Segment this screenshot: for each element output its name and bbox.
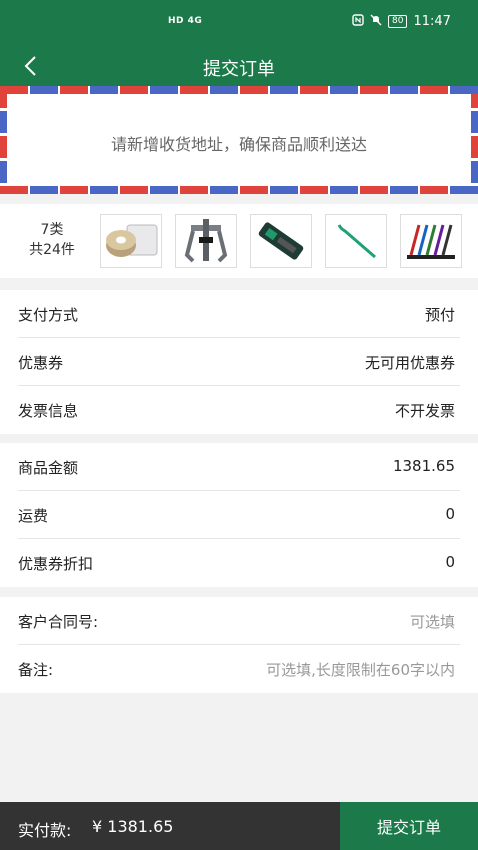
- shipping-value: 0: [445, 505, 455, 523]
- packing-tape-icon: [106, 224, 158, 257]
- pry-bar-icon: [337, 224, 376, 259]
- coupon-discount-row: 优惠券折扣 0: [18, 539, 460, 587]
- shipping-row: 运费 0: [18, 491, 460, 539]
- coupon-discount-value: 0: [445, 553, 455, 571]
- coupon-label: 优惠券: [18, 354, 64, 372]
- goods-thumb-1[interactable]: [100, 214, 162, 268]
- goods-amount-label: 商品金额: [18, 459, 79, 477]
- page-title: 提交订单: [203, 59, 275, 80]
- payment-method-row[interactable]: 支付方式 预付: [18, 290, 460, 338]
- goods-thumb-3[interactable]: [250, 214, 312, 268]
- invoice-row[interactable]: 发票信息 不开发票: [18, 386, 460, 434]
- submit-order-button[interactable]: 提交订单: [340, 802, 478, 850]
- nav-bar: 提交订单: [0, 46, 478, 86]
- coupon-value: 无可用优惠券: [364, 354, 455, 372]
- invoice-value: 不开发票: [394, 402, 455, 420]
- gear-puller-icon: [184, 219, 228, 263]
- status-time: 11:47: [413, 14, 451, 29]
- goods-summary[interactable]: 7类 共24件: [0, 204, 478, 278]
- goods-amount-value: 1381.65: [392, 457, 455, 475]
- mute-icon: [370, 14, 382, 29]
- goods-thumb-5[interactable]: [400, 214, 462, 268]
- item-count: 共24件: [29, 242, 75, 258]
- amount-section: 商品金额 1381.65 运费 0 优惠券折扣 0: [0, 443, 478, 587]
- contract-number-row[interactable]: 客户合同号: 可选填: [18, 597, 460, 645]
- screwdriver-set-icon: [407, 224, 455, 259]
- add-address-prompt: 请新增收货地址，确保商品顺利送达: [110, 135, 367, 154]
- goods-thumb-2[interactable]: [175, 214, 237, 268]
- goods-amount-row: 商品金额 1381.65: [18, 443, 460, 491]
- checkout-bar: 实付款: ¥ 1381.65 提交订单: [0, 802, 478, 850]
- remark-row[interactable]: 备注: 可选填,长度限制在60字以内: [18, 645, 460, 693]
- coupon-discount-label: 优惠券折扣: [18, 555, 94, 573]
- pay-total-label: 实付款:: [18, 821, 72, 840]
- battery-icon: 80: [388, 15, 408, 28]
- add-address-card[interactable]: 请新增收货地址，确保商品顺利送达: [0, 86, 478, 194]
- status-bar: HD 4G 80 11:47: [0, 0, 478, 46]
- remark-label: 备注:: [18, 661, 54, 679]
- extra-info-section: 客户合同号: 可选填 备注: 可选填,长度限制在60字以内: [0, 597, 478, 693]
- status-icons: 80 11:47: [352, 14, 451, 29]
- contract-number-label: 客户合同号:: [18, 613, 99, 631]
- contract-number-input[interactable]: 可选填: [410, 611, 455, 632]
- coupon-row[interactable]: 优惠券 无可用优惠券: [18, 338, 460, 386]
- tool-case-icon: [258, 222, 304, 260]
- nfc-icon: [352, 14, 364, 29]
- payment-method-value: 预付: [424, 306, 455, 324]
- goods-thumb-4[interactable]: [325, 214, 387, 268]
- category-count: 7类: [40, 222, 64, 238]
- invoice-label: 发票信息: [18, 402, 79, 420]
- order-info-section: 支付方式 预付 优惠券 无可用优惠券 发票信息 不开发票: [0, 290, 478, 434]
- payment-method-label: 支付方式: [18, 306, 79, 324]
- remark-input[interactable]: 可选填,长度限制在60字以内: [266, 659, 455, 680]
- pay-total-amount: ¥ 1381.65: [92, 817, 174, 836]
- goods-count: 7类 共24件: [14, 220, 90, 260]
- network-indicator: HD 4G: [168, 16, 203, 26]
- shipping-label: 运费: [18, 507, 49, 525]
